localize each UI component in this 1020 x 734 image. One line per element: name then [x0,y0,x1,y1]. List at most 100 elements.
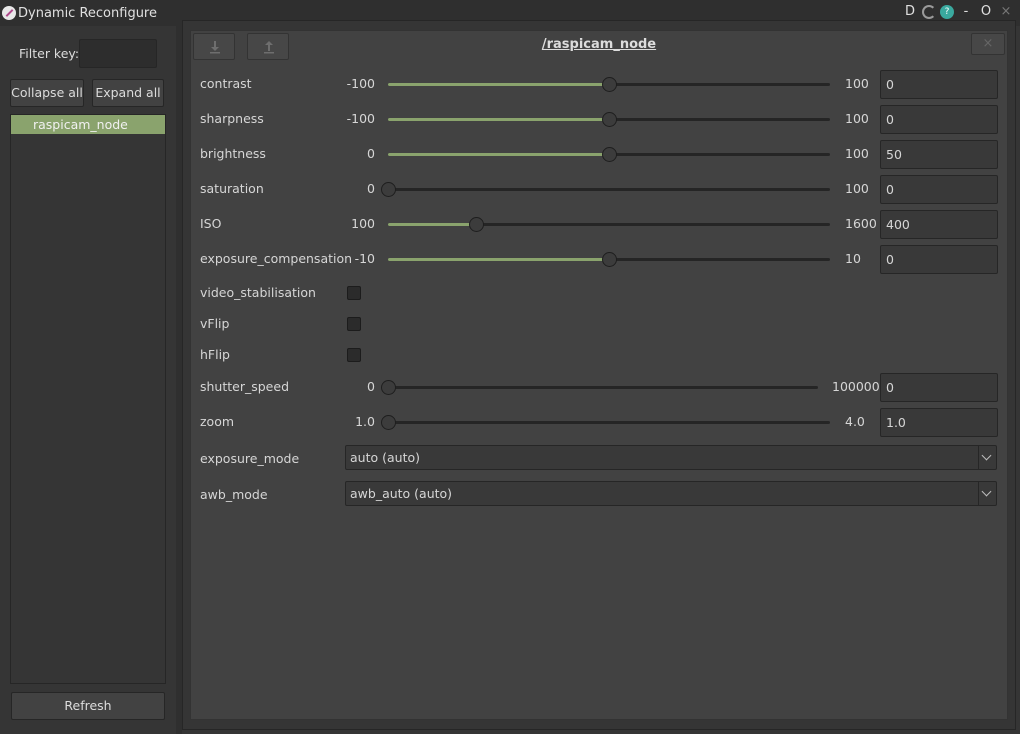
slider-contrast[interactable] [388,77,830,92]
param-row-exposure-mode: exposure_mode auto (auto) [191,445,1007,471]
slider-fill-iso [388,223,477,226]
param-label-iso: ISO [200,216,222,231]
max-value-shutter-speed: 100000 [832,379,880,394]
param-label-sharpness: sharpness [200,111,264,126]
param-row-brightness: brightness 0 100 50 [191,140,1007,170]
param-label-saturation: saturation [200,181,264,196]
filter-key-input[interactable] [79,39,157,68]
slider-fill-sharpness [388,118,609,121]
slider-iso[interactable] [388,217,830,232]
min-value-zoom: 1.0 [355,414,375,429]
chevron-down-icon[interactable] [978,482,996,505]
param-label-contrast: contrast [200,76,252,91]
param-label-exposure-mode: exposure_mode [200,451,300,466]
checkbox-vflip[interactable] [347,317,361,331]
param-label-video-stabilisation: video_stabilisation [200,285,316,300]
param-row-hflip: hFlip [191,341,1007,365]
minimize-button[interactable]: - [958,4,974,19]
help-icon[interactable]: ? [940,4,954,19]
slider-zoom[interactable] [381,415,830,430]
max-value-exposure-compensation: 10 [845,251,861,266]
value-input-saturation[interactable]: 0 [880,175,998,204]
value-input-sharpness[interactable]: 0 [880,105,998,134]
slider-handle-iso[interactable] [469,217,485,232]
close-window-button[interactable]: × [998,4,1014,19]
chevron-down-icon[interactable] [978,446,996,469]
slider-handle-saturation[interactable] [381,182,396,197]
max-value-sharpness: 100 [845,111,869,126]
dropdown-awb-mode[interactable]: awb_auto (auto) [345,481,997,506]
value-input-contrast[interactable]: 0 [880,70,998,99]
slider-fill-contrast [388,83,609,86]
param-row-exposure-compensation: exposure_compensation -10 10 0 [191,245,1007,275]
expand-all-button[interactable]: Expand all [92,79,164,107]
value-input-shutter-speed[interactable]: 0 [880,373,998,402]
refresh-button[interactable]: Refresh [11,692,165,720]
max-value-brightness: 100 [845,146,869,161]
param-row-vflip: vFlip [191,310,1007,334]
min-value-saturation: 0 [367,181,375,196]
slider-handle-shutter-speed[interactable] [381,380,396,395]
param-row-awb-mode: awb_mode awb_auto (auto) [191,481,1007,507]
slider-handle-sharpness[interactable] [602,112,617,127]
slider-handle-contrast[interactable] [602,77,617,92]
node-sidebar: Filter key: Collapse all Expand all rasp… [0,26,176,734]
param-label-awb-mode: awb_mode [200,487,268,502]
value-input-iso[interactable]: 400 [880,210,998,239]
param-label-zoom: zoom [200,414,235,429]
value-input-brightness[interactable]: 50 [880,140,998,169]
node-tree: raspicam_node [10,114,166,684]
dropdown-value-exposure-mode: auto (auto) [350,450,420,465]
value-input-zoom[interactable]: 1.0 [880,408,998,437]
param-row-shutter-speed: shutter_speed 0 100000 0 [191,373,1007,403]
value-input-exposure-compensation[interactable]: 0 [880,245,998,274]
close-panel-button[interactable]: × [971,33,1005,55]
param-label-vflip: vFlip [200,316,230,331]
slider-handle-brightness[interactable] [602,147,617,162]
node-config-panel: /raspicam_node × contrast -100 100 0 sharpne… [190,30,1008,720]
restore-button[interactable]: O [978,4,994,19]
dropdown-exposure-mode[interactable]: auto (auto) [345,445,997,470]
slider-fill-exposure-compensation [388,258,609,261]
slider-saturation[interactable] [381,182,830,197]
param-row-sharpness: sharpness -100 100 0 [191,105,1007,135]
max-value-saturation: 100 [845,181,869,196]
checkbox-video-stabilisation[interactable] [347,286,361,300]
param-row-iso: ISO 100 1600 400 [191,210,1007,240]
slider-handle-zoom[interactable] [381,415,396,430]
min-value-sharpness: -100 [346,111,375,126]
panel-header: /raspicam_node × [191,31,1007,63]
checkbox-hflip[interactable] [347,348,361,362]
slider-handle-exposure-compensation[interactable] [602,252,617,267]
min-value-brightness: 0 [367,146,375,161]
max-value-zoom: 4.0 [845,414,865,429]
min-value-contrast: -100 [346,76,375,91]
min-value-exposure-compensation: -10 [354,251,375,266]
param-label-shutter-speed: shutter_speed [200,379,290,394]
min-value-iso: 100 [351,216,375,231]
param-row-saturation: saturation 0 100 0 [191,175,1007,205]
node-item-raspicam-node[interactable]: raspicam_node [11,115,165,134]
slider-fill-brightness [388,153,609,156]
param-label-hflip: hFlip [200,347,230,362]
min-value-shutter-speed: 0 [367,379,375,394]
dropdown-value-awb-mode: awb_auto (auto) [350,486,453,501]
filter-key-label: Filter key: [19,46,80,61]
collapse-all-button[interactable]: Collapse all [10,79,84,107]
param-label-brightness: brightness [200,146,266,161]
param-row-contrast: contrast -100 100 0 [191,70,1007,100]
max-value-contrast: 100 [845,76,869,91]
slider-sharpness[interactable] [388,112,830,127]
window-title: Dynamic Reconfigure [18,5,157,21]
app-icon [2,6,16,20]
param-row-video-stabilisation: video_stabilisation [191,279,1007,303]
title-bar-controls: D ? - O × [902,4,1014,19]
slider-shutter-speed[interactable] [381,380,818,395]
node-title: /raspicam_node [541,37,657,52]
slider-brightness[interactable] [388,147,830,162]
d-button[interactable]: D [902,4,918,19]
reload-icon[interactable] [922,4,936,19]
max-value-iso: 1600 [845,216,877,231]
slider-exposure-compensation[interactable] [388,252,830,267]
param-row-zoom: zoom 1.0 4.0 1.0 [191,408,1007,438]
